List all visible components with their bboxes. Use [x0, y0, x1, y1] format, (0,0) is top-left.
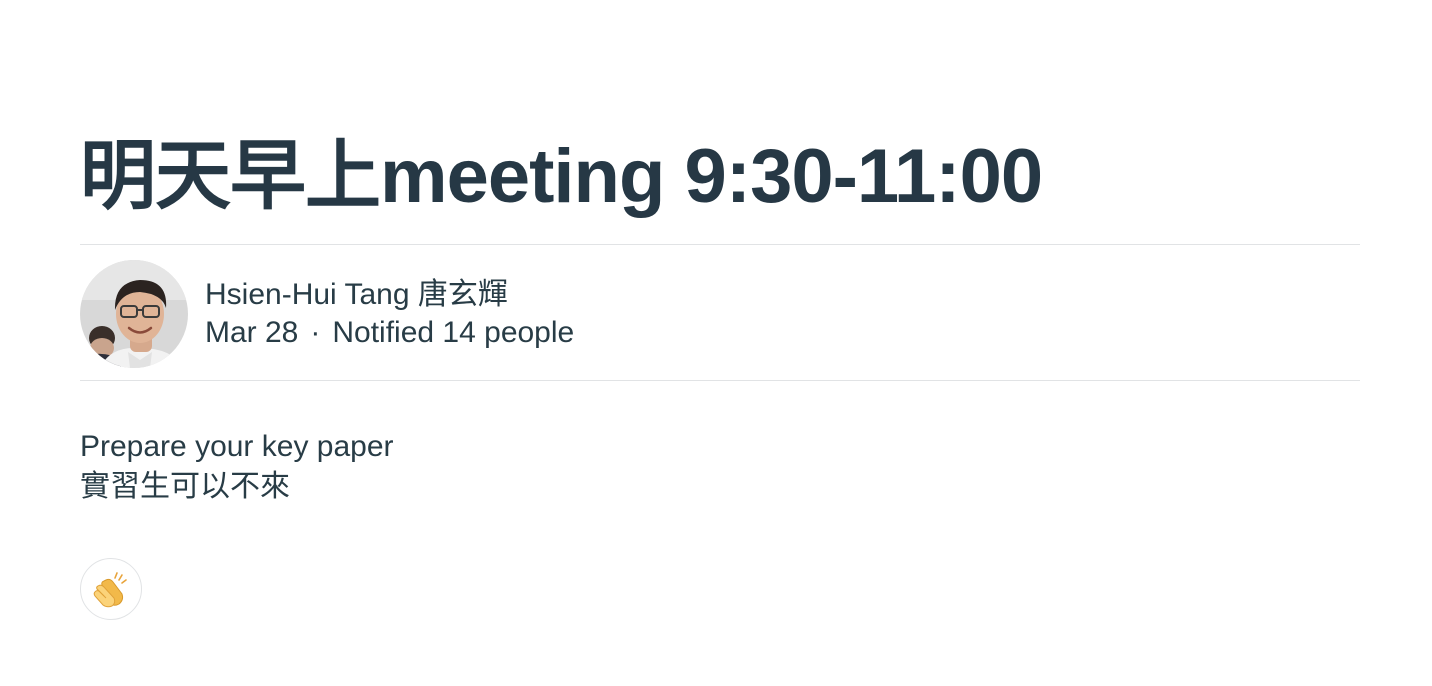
avatar-photo: [80, 260, 188, 368]
meta-separator: ·: [310, 316, 321, 349]
author-row: Hsien-Hui Tang 唐玄輝 Mar 28 · Notified 14 …: [80, 260, 574, 368]
applause-button[interactable]: [80, 558, 142, 620]
body-line: 實習生可以不來: [80, 470, 290, 503]
post-date: Mar 28: [205, 316, 299, 349]
message-page: 明天早上meeting 9:30-11:00 Hsien-Hui Tang 唐玄…: [0, 0, 1432, 686]
message-body: Prepare your key paper 實習生可以不來: [80, 427, 394, 507]
divider: [80, 244, 1360, 245]
meta-line: Mar 28 · Notified 14 people: [205, 314, 574, 352]
avatar[interactable]: [80, 260, 188, 368]
author-name[interactable]: Hsien-Hui Tang 唐玄輝: [205, 276, 574, 314]
message-title: 明天早上meeting 9:30-11:00: [80, 134, 1043, 219]
author-meta: Hsien-Hui Tang 唐玄輝 Mar 28 · Notified 14 …: [205, 276, 574, 352]
notified-count[interactable]: Notified 14 people: [332, 314, 574, 352]
body-line: Prepare your key paper: [80, 430, 394, 463]
clapping-hands-icon: [93, 572, 127, 608]
divider: [80, 380, 1360, 381]
